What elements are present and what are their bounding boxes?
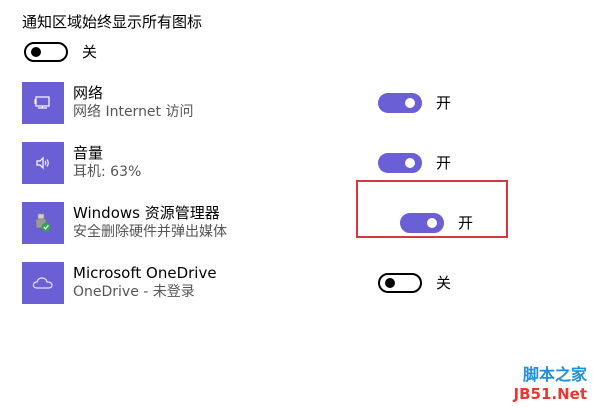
toggle-knob xyxy=(405,158,415,168)
volume-icon xyxy=(22,142,64,184)
app-name: Microsoft OneDrive xyxy=(73,264,217,282)
onedrive-state: 关 xyxy=(436,274,452,292)
toggle-knob xyxy=(31,47,41,57)
volume-toggle-group: 开 xyxy=(378,153,451,173)
show-all-icons-state: 关 xyxy=(82,43,98,61)
app-subtitle: 耳机: 63% xyxy=(73,164,142,180)
app-subtitle: 安全删除硬件并弹出媒体 xyxy=(73,224,227,240)
show-all-icons-setting: 关 xyxy=(24,42,97,62)
network-state: 开 xyxy=(436,94,452,112)
app-name: Windows 资源管理器 xyxy=(73,204,220,222)
onedrive-cloud-icon xyxy=(22,262,64,304)
watermark-line2: JB51.Net xyxy=(513,385,587,403)
volume-toggle[interactable] xyxy=(378,153,422,173)
app-row-volume: 音量 耳机: 63% 开 xyxy=(22,142,582,184)
app-subtitle: 网络 Internet 访问 xyxy=(73,104,194,120)
onedrive-toggle[interactable] xyxy=(378,273,422,293)
app-row-onedrive: Microsoft OneDrive OneDrive - 未登录 关 xyxy=(22,262,582,304)
show-all-icons-label: 通知区域始终显示所有图标 xyxy=(22,13,203,31)
network-toggle[interactable] xyxy=(378,93,422,113)
app-row-network: 网络 网络 Internet 访问 开 xyxy=(22,82,582,124)
toggle-knob xyxy=(385,278,395,288)
network-icon xyxy=(22,82,64,124)
watermark-logo: 脚本之家 JB51.Net xyxy=(514,365,587,403)
onedrive-toggle-group: 关 xyxy=(378,273,451,293)
network-toggle-group: 开 xyxy=(378,93,451,113)
app-name: 音量 xyxy=(73,144,104,162)
toggle-knob xyxy=(405,98,415,108)
app-name: 网络 xyxy=(73,84,104,102)
show-all-icons-toggle[interactable] xyxy=(24,42,68,62)
volume-state: 开 xyxy=(436,154,452,172)
app-subtitle: OneDrive - 未登录 xyxy=(73,284,195,300)
usb-safe-remove-icon xyxy=(22,202,64,244)
watermark-line1: 脚本之家 xyxy=(522,365,587,384)
highlight-box xyxy=(356,180,508,238)
